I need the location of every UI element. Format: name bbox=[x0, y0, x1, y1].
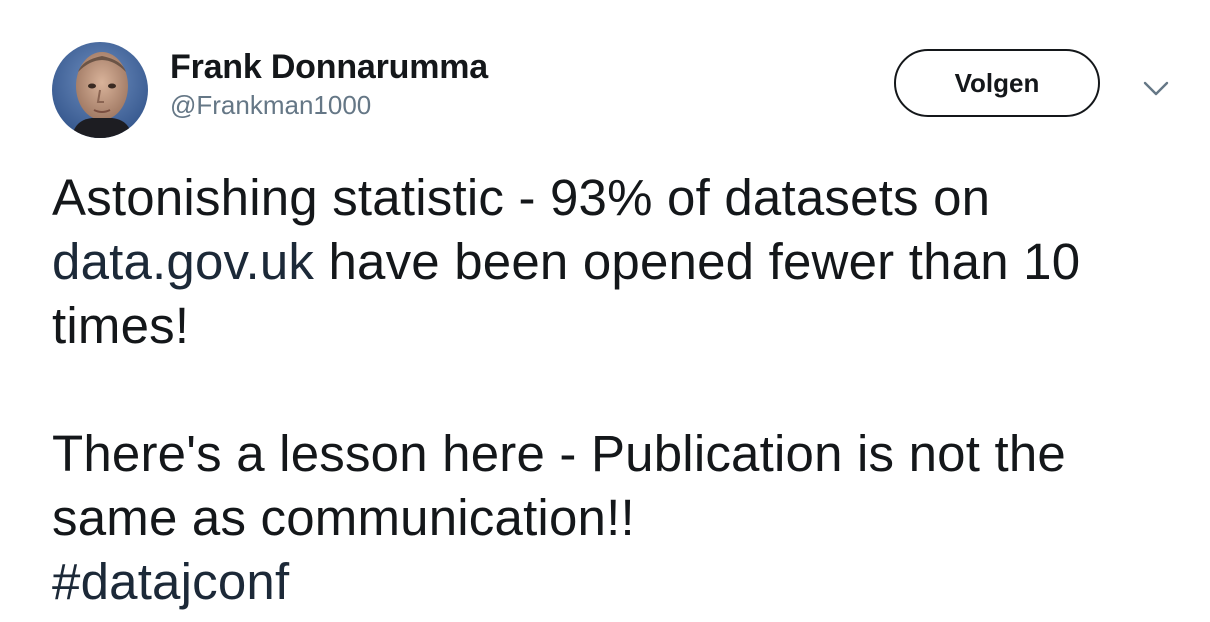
url-link[interactable]: data.gov.uk bbox=[52, 233, 314, 290]
avatar-photo bbox=[52, 42, 148, 138]
hashtag-link[interactable]: #datajconf bbox=[52, 553, 289, 610]
tweet-text-line: same as communication!! bbox=[52, 489, 635, 546]
tweet-text: Astonishing statistic - 93% of datasets … bbox=[52, 166, 1192, 614]
tweet-text-fragment: have been opened fewer than 10 bbox=[314, 233, 1081, 290]
tweet-text-line: #datajconf bbox=[52, 550, 1192, 614]
author-handle[interactable]: @Frankman1000 bbox=[170, 90, 488, 120]
follow-button[interactable]: Volgen bbox=[894, 49, 1100, 117]
tweet-text-line: times! bbox=[52, 297, 190, 354]
tweet-text-line: There's a lesson here - Publication is n… bbox=[52, 425, 1066, 482]
author-display-name[interactable]: Frank Donnarumma bbox=[170, 48, 488, 86]
tweet-text-line: data.gov.uk have been opened fewer than … bbox=[52, 230, 1192, 294]
avatar[interactable] bbox=[52, 42, 148, 138]
author-block[interactable]: Frank Donnarumma @Frankman1000 bbox=[170, 48, 488, 120]
tweet-text-line: Astonishing statistic - 93% of datasets … bbox=[52, 169, 991, 226]
chevron-down-icon[interactable] bbox=[1140, 76, 1172, 100]
